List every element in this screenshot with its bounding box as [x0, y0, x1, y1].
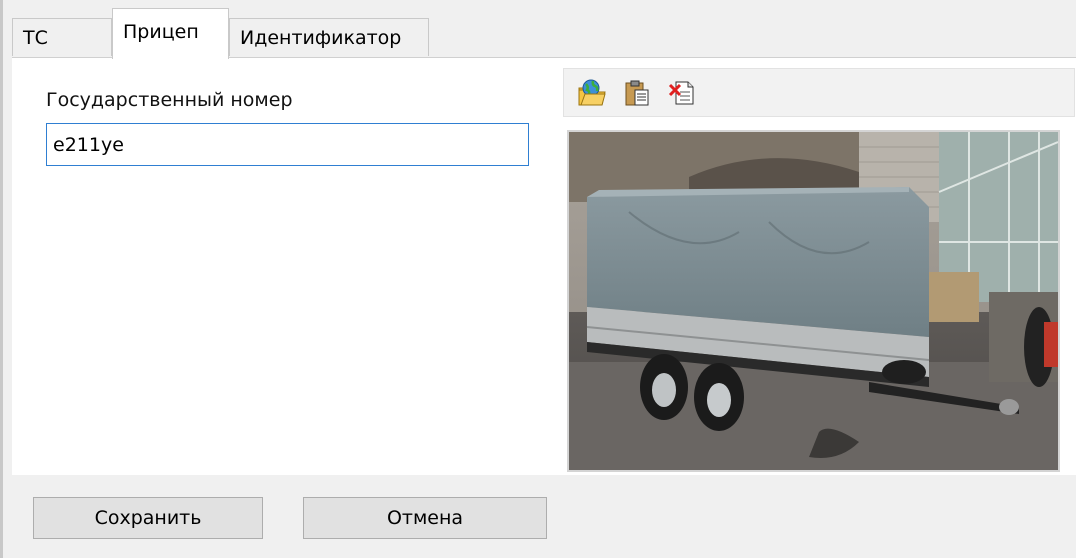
- tab-strip: ТС Прицеп Идентификатор: [6, 0, 1076, 59]
- save-button[interactable]: Сохранить: [33, 497, 263, 539]
- open-image-icon[interactable]: [577, 78, 607, 108]
- trailer-photo[interactable]: [567, 130, 1060, 472]
- image-toolbar: [563, 68, 1075, 117]
- plate-number-input[interactable]: [46, 123, 529, 166]
- plate-number-label: Государственный номер: [46, 89, 293, 111]
- delete-image-icon[interactable]: [667, 78, 697, 108]
- tab-pricep[interactable]: Прицеп: [112, 8, 229, 59]
- tab-identifikator[interactable]: Идентификатор: [229, 18, 429, 56]
- paste-icon[interactable]: [622, 78, 652, 108]
- window-edge: [0, 0, 3, 558]
- tab-ts[interactable]: ТС: [12, 18, 112, 56]
- cancel-button[interactable]: Отмена: [303, 497, 547, 539]
- tab-panel: Государственный номер: [12, 57, 1076, 475]
